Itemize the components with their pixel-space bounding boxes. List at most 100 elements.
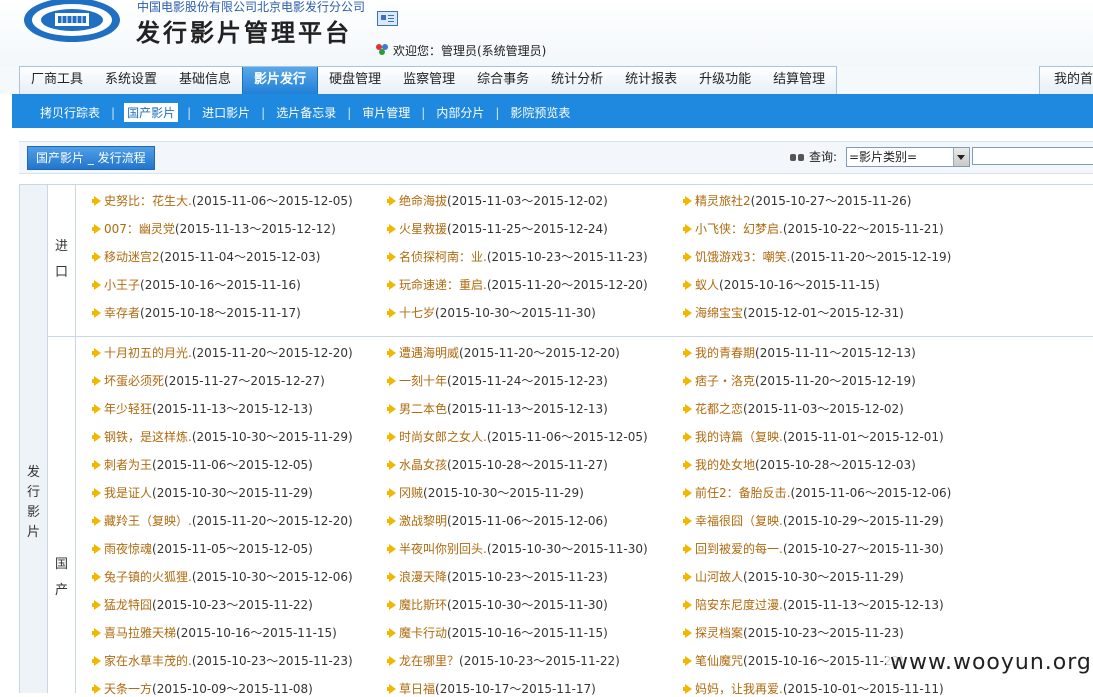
main-tab[interactable]: 影片发行 bbox=[242, 67, 319, 95]
film-title[interactable]: 我的青春期 bbox=[695, 346, 755, 360]
film-item[interactable]: 藏羚王（复映）.(2015-11-20～2015-12-20) bbox=[92, 513, 353, 529]
film-title[interactable]: 移动迷宫2 bbox=[104, 250, 160, 264]
film-item[interactable]: 名侦探柯南：业.(2015-10-23～2015-11-23) bbox=[387, 249, 648, 265]
film-title[interactable]: 探灵档案 bbox=[695, 626, 743, 640]
film-item[interactable]: 我的诗篇（复映.(2015-11-01～2015-12-01) bbox=[683, 429, 944, 445]
film-item[interactable]: 幸福很囧（复映.(2015-10-29～2015-11-29) bbox=[683, 513, 944, 529]
film-item[interactable]: 小飞侠：幻梦启.(2015-10-22～2015-11-21) bbox=[683, 221, 944, 237]
main-tab[interactable]: 硬盘管理 bbox=[318, 67, 392, 95]
film-item[interactable]: 移动迷宫2(2015-11-04～2015-12-03) bbox=[92, 249, 320, 265]
film-title[interactable]: 妈妈，让我再爱. bbox=[695, 682, 783, 696]
film-title[interactable]: 小王子 bbox=[104, 278, 140, 292]
film-item[interactable]: 玩命速递：重启.(2015-11-20～2015-12-20) bbox=[387, 277, 648, 293]
film-title[interactable]: 水晶女孩 bbox=[399, 458, 447, 472]
film-item[interactable]: 钢铁，是这样炼.(2015-10-30～2015-11-29) bbox=[92, 429, 353, 445]
main-tab[interactable]: 升级功能 bbox=[688, 67, 762, 95]
film-title[interactable]: 冈贼 bbox=[399, 486, 423, 500]
film-item[interactable]: 天条一方(2015-10-09～2015-11-08) bbox=[92, 681, 313, 697]
film-item[interactable]: 十七岁(2015-10-30～2015-11-30) bbox=[387, 305, 596, 321]
film-title[interactable]: 猛龙特囧 bbox=[104, 598, 152, 612]
film-item[interactable]: 火星救援(2015-11-25～2015-12-24) bbox=[387, 221, 608, 237]
main-tab[interactable]: 系统设置 bbox=[94, 67, 168, 95]
film-title[interactable]: 我是证人 bbox=[104, 486, 152, 500]
main-tab[interactable]: 统计分析 bbox=[540, 67, 614, 95]
dropdown-arrow-icon[interactable] bbox=[953, 148, 969, 166]
film-item[interactable]: 陪安东尼度过漫.(2015-11-13～2015-12-13) bbox=[683, 597, 944, 613]
film-item[interactable]: 绝命海拔(2015-11-03～2015-12-02) bbox=[387, 193, 608, 209]
film-title[interactable]: 山河故人 bbox=[695, 570, 743, 584]
main-tab[interactable]: 厂商工具 bbox=[20, 67, 94, 95]
film-title[interactable]: 笔仙魔咒 bbox=[695, 654, 743, 668]
film-title[interactable]: 激战黎明 bbox=[399, 514, 447, 528]
film-item[interactable]: 时尚女郎之女人.(2015-11-06～2015-12-05) bbox=[387, 429, 648, 445]
main-tab[interactable]: 统计报表 bbox=[614, 67, 688, 95]
film-title[interactable]: 我的处女地 bbox=[695, 458, 755, 472]
sub-tab[interactable]: 国产影片 bbox=[124, 103, 179, 122]
sub-tab[interactable]: 影院预览表 bbox=[508, 104, 572, 121]
film-title[interactable]: 痞子・洛克 bbox=[695, 374, 755, 388]
film-title[interactable]: 绝命海拔 bbox=[399, 194, 447, 208]
film-title[interactable]: 一刻十年 bbox=[399, 374, 447, 388]
main-tab[interactable]: 结算管理 bbox=[762, 67, 836, 95]
film-title[interactable]: 史努比：花生大. bbox=[104, 194, 192, 208]
film-item[interactable]: 精灵旅社2(2015-10-27～2015-11-26) bbox=[683, 193, 911, 209]
main-tab[interactable]: 综合事务 bbox=[466, 67, 540, 95]
sub-tab[interactable]: 选片备忘录 bbox=[274, 104, 338, 121]
film-item[interactable]: 雨夜惊魂(2015-11-05～2015-12-05) bbox=[92, 541, 313, 557]
film-item[interactable]: 坏蛋必须死(2015-11-27～2015-12-27) bbox=[92, 373, 325, 389]
film-item[interactable]: 猛龙特囧(2015-10-23～2015-11-22) bbox=[92, 597, 313, 613]
film-title[interactable]: 钢铁，是这样炼. bbox=[104, 430, 192, 444]
film-title[interactable]: 遭遇海明威 bbox=[399, 346, 459, 360]
film-item[interactable]: 魔比斯环(2015-10-30～2015-11-30) bbox=[387, 597, 608, 613]
film-item[interactable]: 我的青春期(2015-11-11～2015-12-13) bbox=[683, 345, 916, 361]
film-item[interactable]: 海绵宝宝(2015-12-01～2015-12-31) bbox=[683, 305, 904, 321]
film-item[interactable]: 史努比：花生大.(2015-11-06～2015-12-05) bbox=[92, 193, 353, 209]
film-title[interactable]: 火星救援 bbox=[399, 222, 447, 236]
film-item[interactable]: 草日福(2015-10-17～2015-11-17) bbox=[387, 681, 596, 697]
film-title[interactable]: 天条一方 bbox=[104, 682, 152, 696]
search-input[interactable] bbox=[972, 147, 1093, 165]
film-item[interactable]: 花都之恋(2015-11-03～2015-12-02) bbox=[683, 401, 904, 417]
film-title[interactable]: 雨夜惊魂 bbox=[104, 542, 152, 556]
film-title[interactable]: 坏蛋必须死 bbox=[104, 374, 164, 388]
id-card-icon[interactable] bbox=[377, 11, 398, 26]
film-title[interactable]: 刺者为王 bbox=[104, 458, 152, 472]
film-item[interactable]: 回到被爱的每一.(2015-10-27～2015-11-30) bbox=[683, 541, 944, 557]
film-title[interactable]: 前任2：备胎反击. bbox=[695, 486, 790, 500]
film-item[interactable]: 一刻十年(2015-11-24～2015-12-23) bbox=[387, 373, 608, 389]
film-title[interactable]: 半夜叫你别回头. bbox=[399, 542, 487, 556]
film-item[interactable]: 浪漫天降(2015-10-23～2015-11-23) bbox=[387, 569, 608, 585]
film-item[interactable]: 喜马拉雅天梯(2015-10-16～2015-11-15) bbox=[92, 625, 337, 641]
film-title[interactable]: 饥饿游戏3：嘲笑. bbox=[695, 250, 790, 264]
film-item[interactable]: 小王子(2015-10-16～2015-11-16) bbox=[92, 277, 301, 293]
film-item[interactable]: 兔子镇的火狐狸.(2015-10-30～2015-12-06) bbox=[92, 569, 353, 585]
film-item[interactable]: 幸存者(2015-10-18～2015-11-17) bbox=[92, 305, 301, 321]
sub-tab[interactable]: 进口影片 bbox=[200, 104, 252, 121]
film-title[interactable]: 小飞侠：幻梦启. bbox=[695, 222, 783, 236]
film-item[interactable]: 笔仙魔咒(2015-10-16～2015-11-22) bbox=[683, 653, 904, 669]
film-item[interactable]: 痞子・洛克(2015-11-20～2015-12-19) bbox=[683, 373, 916, 389]
sub-tab[interactable]: 内部分片 bbox=[434, 104, 486, 121]
film-title[interactable]: 十月初五的月光. bbox=[104, 346, 192, 360]
film-title[interactable]: 魔卡行动 bbox=[399, 626, 447, 640]
film-title[interactable]: 藏羚王（复映）. bbox=[104, 514, 192, 528]
breadcrumb[interactable]: 国产影片 _ 发行流程 bbox=[27, 146, 155, 170]
main-tab[interactable]: 基础信息 bbox=[168, 67, 242, 95]
film-item[interactable]: 前任2：备胎反击.(2015-11-06～2015-12-06) bbox=[683, 485, 951, 501]
film-item[interactable]: 我的处女地(2015-10-28～2015-12-03) bbox=[683, 457, 916, 473]
film-title[interactable]: 精灵旅社2 bbox=[695, 194, 751, 208]
film-title[interactable]: 幸福很囧（复映. bbox=[695, 514, 783, 528]
film-title[interactable]: 007：幽灵党 bbox=[104, 222, 175, 236]
sub-tab[interactable]: 审片管理 bbox=[360, 104, 412, 121]
film-item[interactable]: 蚁人(2015-10-16～2015-11-15) bbox=[683, 277, 880, 293]
film-title[interactable]: 年少轻狂 bbox=[104, 402, 152, 416]
film-item[interactable]: 饥饿游戏3：嘲笑.(2015-11-20～2015-12-19) bbox=[683, 249, 951, 265]
sub-tab[interactable]: 拷贝行踪表 bbox=[38, 104, 102, 121]
film-item[interactable]: 我是证人(2015-10-30～2015-11-29) bbox=[92, 485, 313, 501]
film-title[interactable]: 蚁人 bbox=[695, 278, 719, 292]
film-title[interactable]: 十七岁 bbox=[399, 306, 435, 320]
film-item[interactable]: 007：幽灵党(2015-11-13～2015-12-12) bbox=[92, 221, 336, 237]
film-title[interactable]: 龙在哪里？ bbox=[399, 654, 459, 668]
film-item[interactable]: 家在水草丰茂的.(2015-10-23～2015-11-23) bbox=[92, 653, 353, 669]
film-item[interactable]: 探灵档案(2015-10-23～2015-11-23) bbox=[683, 625, 904, 641]
